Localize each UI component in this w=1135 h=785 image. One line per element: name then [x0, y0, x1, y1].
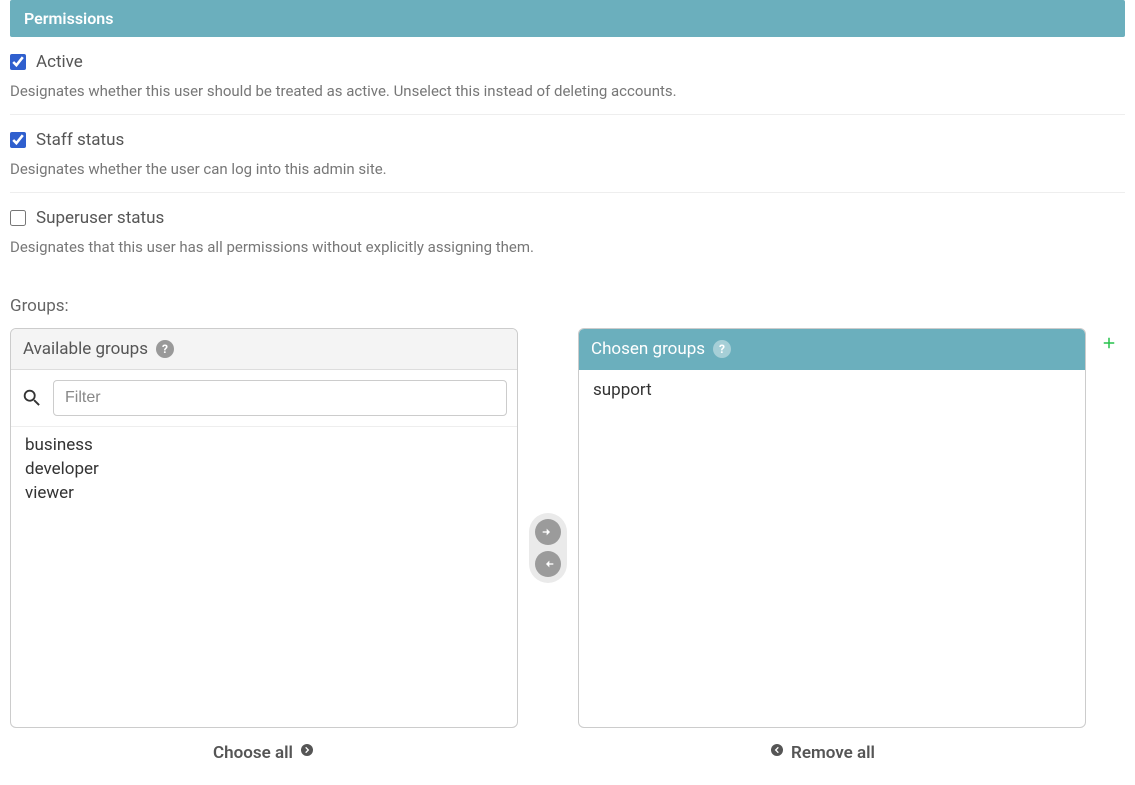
permissions-panel-header: Permissions [10, 0, 1125, 37]
remove-all-label: Remove all [791, 743, 875, 763]
chosen-groups-header: Chosen groups ? [579, 329, 1085, 370]
superuser-checkbox[interactable] [10, 210, 26, 226]
list-item[interactable]: developer [11, 457, 517, 481]
staff-checkbox[interactable] [10, 132, 26, 148]
available-groups-header-label: Available groups [23, 339, 148, 359]
add-group-icon[interactable] [1100, 334, 1118, 357]
staff-help-text: Designates whether the user can log into… [10, 160, 1125, 178]
list-item[interactable]: viewer [11, 481, 517, 505]
chevron-left-icon [769, 742, 785, 763]
superuser-help-text: Designates that this user has all permis… [10, 238, 1125, 256]
remove-all-link[interactable]: Remove all [769, 742, 875, 763]
list-item[interactable]: support [579, 378, 1085, 402]
groups-section-label: Groups: [10, 296, 1125, 316]
move-right-button[interactable] [535, 519, 561, 545]
choose-all-label: Choose all [213, 743, 293, 763]
superuser-label: Superuser status [36, 208, 164, 228]
move-left-button[interactable] [535, 551, 561, 577]
permissions-list: Active Designates whether this user shou… [10, 37, 1125, 270]
permission-row-superuser: Superuser status Designates that this us… [10, 193, 1125, 270]
groups-filter-input[interactable] [53, 380, 507, 416]
groups-section: Groups: Available groups ? businessdev [10, 296, 1125, 763]
staff-label: Staff status [36, 130, 124, 150]
active-label: Active [36, 52, 83, 72]
list-item[interactable]: business [11, 433, 517, 457]
choose-all-link[interactable]: Choose all [213, 742, 315, 763]
chosen-groups-list[interactable]: support [579, 370, 1085, 727]
active-checkbox[interactable] [10, 54, 26, 70]
permission-row-staff: Staff status Designates whether the user… [10, 115, 1125, 193]
active-help-text: Designates whether this user should be t… [10, 82, 1125, 100]
chosen-groups-header-label: Chosen groups [591, 339, 705, 359]
chevron-right-icon [299, 742, 315, 763]
chosen-groups-column: Chosen groups ? support [578, 328, 1086, 728]
search-icon [21, 387, 43, 409]
permission-row-active: Active Designates whether this user shou… [10, 37, 1125, 115]
available-groups-column: Available groups ? businessdeveloperview… [10, 328, 518, 728]
selector-controls [528, 328, 568, 728]
available-groups-list[interactable]: businessdeveloperviewer [11, 427, 517, 727]
help-icon[interactable]: ? [156, 340, 174, 358]
available-groups-header: Available groups ? [11, 329, 517, 370]
help-icon[interactable]: ? [713, 340, 731, 358]
